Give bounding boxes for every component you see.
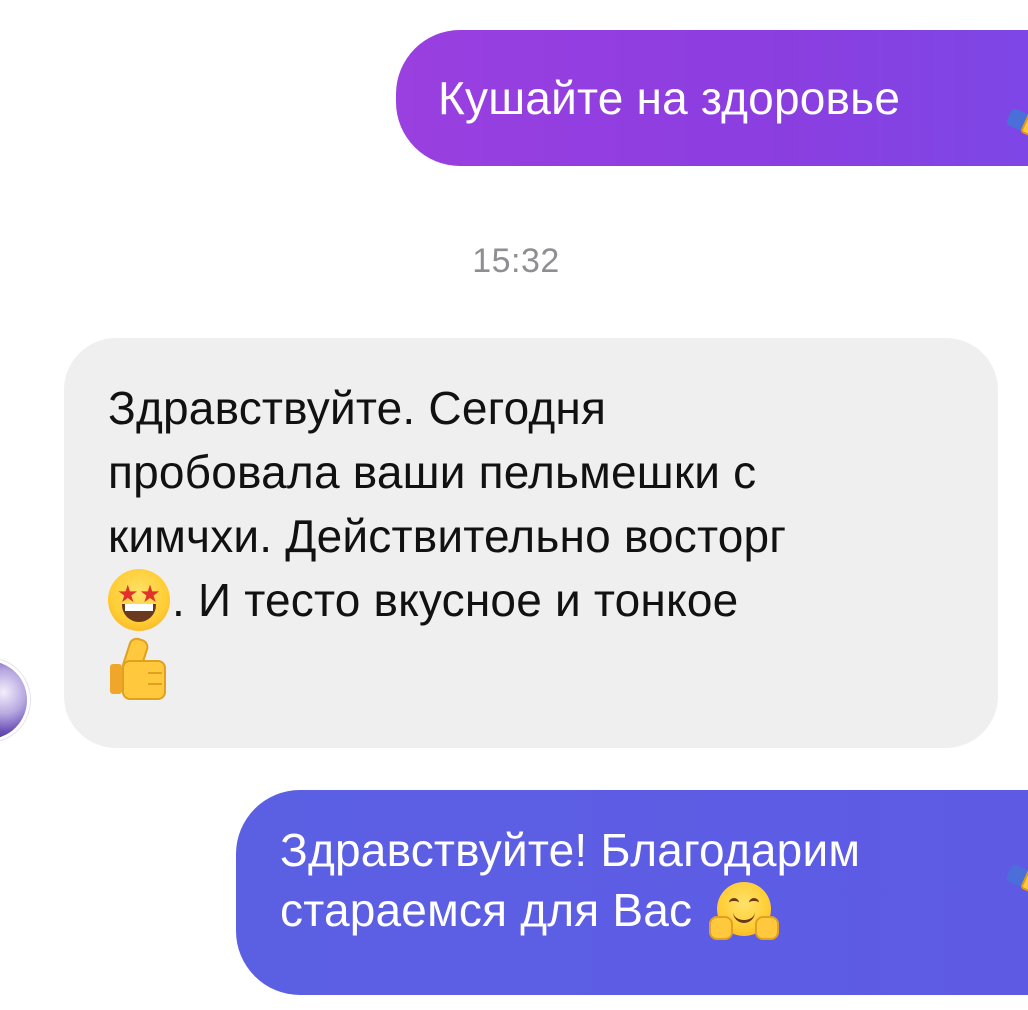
outgoing-message-bubble[interactable]: Здравствуйте! Благодарим стараемся для В… xyxy=(236,790,1028,995)
message-text: Кушайте на здоровье xyxy=(438,72,901,124)
thumbs-up-icon xyxy=(108,635,166,700)
avatar[interactable] xyxy=(0,658,30,742)
message-line: . И тесто вкусное и тонкое xyxy=(172,574,739,626)
message-line-emoji xyxy=(108,635,998,702)
message-line: кимчхи. Действительно восторг xyxy=(108,510,787,562)
folded-hands-icon xyxy=(1005,838,1028,898)
folded-hands-icon xyxy=(1005,82,1028,142)
message-timestamp: 15:32 xyxy=(472,242,560,280)
message-line: стараемся для Вас xyxy=(280,884,693,936)
incoming-message-bubble[interactable]: Здравствуйте. Сегодня пробовала ваши пел… xyxy=(64,338,998,748)
outgoing-message-bubble[interactable]: Кушайте на здоровье xyxy=(396,30,1028,166)
chat-thread: Кушайте на здоровье 15:32 Здравствуйте. … xyxy=(0,0,1028,1010)
message-line-with-emoji: ★ ★. И тесто вкусное и тонкое xyxy=(108,568,998,635)
message-line: Здравствуйте. Сегодня xyxy=(108,382,607,434)
hugging-face-icon xyxy=(709,881,780,942)
message-line: пробовала ваши пельмешки с xyxy=(108,446,757,498)
message-line-with-emoji: стараемся для Вас xyxy=(280,880,1028,944)
message-line: Здравствуйте! Благодарим xyxy=(280,824,861,876)
star-struck-icon: ★ ★ xyxy=(108,568,170,631)
